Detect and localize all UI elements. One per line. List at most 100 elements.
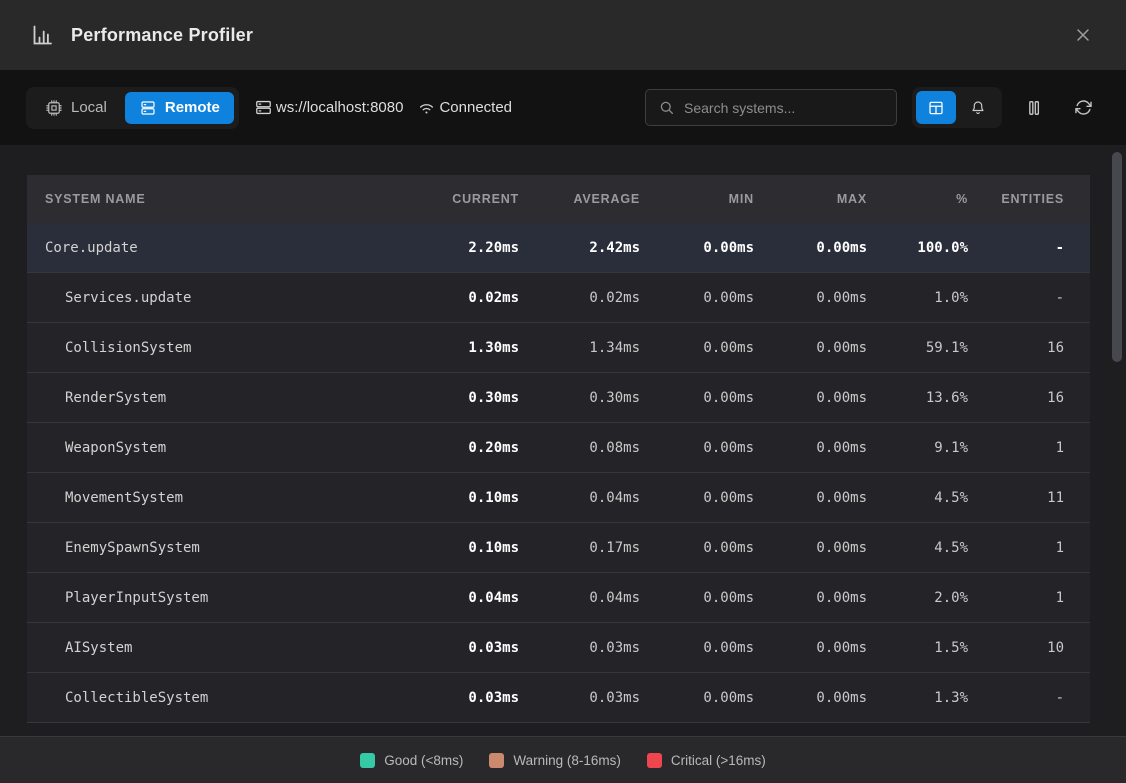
system-name-cell: EnemySpawnSystem: [27, 540, 399, 556]
table-scrollbar[interactable]: [1112, 151, 1122, 730]
system-name-cell: WeaponSystem: [27, 440, 399, 456]
column-header-percent[interactable]: %: [867, 192, 968, 206]
current-cell: 2.20ms: [399, 240, 519, 256]
table-body: Core.update 2.20ms 2.42ms 0.00ms 0.00ms …: [27, 223, 1090, 723]
min-cell: 0.00ms: [640, 340, 754, 356]
column-header-entities[interactable]: ENTITIES: [968, 192, 1064, 206]
percent-cell: 59.1%: [867, 340, 968, 356]
entities-cell: -: [968, 690, 1064, 706]
table-row[interactable]: PlayerInputSystem 0.04ms 0.04ms 0.00ms 0…: [27, 573, 1090, 623]
table-row[interactable]: MovementSystem 0.10ms 0.04ms 0.00ms 0.00…: [27, 473, 1090, 523]
refresh-button[interactable]: [1066, 91, 1100, 125]
average-cell: 0.02ms: [519, 290, 640, 306]
table-row[interactable]: EnemySpawnSystem 0.10ms 0.17ms 0.00ms 0.…: [27, 523, 1090, 573]
page-title: Performance Profiler: [71, 25, 253, 46]
remote-button[interactable]: Remote: [125, 92, 234, 124]
entities-cell: 16: [968, 390, 1064, 406]
column-header-system-name[interactable]: SYSTEM NAME: [27, 192, 399, 206]
legend-item-good: Good (<8ms): [360, 753, 463, 768]
average-cell: 0.04ms: [519, 490, 640, 506]
entities-cell: 1: [968, 540, 1064, 556]
max-cell: 0.00ms: [754, 340, 867, 356]
close-button[interactable]: [1066, 18, 1100, 52]
percent-cell: 4.5%: [867, 490, 968, 506]
pause-icon: [1024, 98, 1044, 118]
remote-label: Remote: [165, 99, 220, 116]
close-icon: [1073, 25, 1093, 45]
current-cell: 0.10ms: [399, 540, 519, 556]
system-name-cell: Services.update: [27, 290, 399, 306]
cpu-icon: [45, 99, 63, 117]
average-cell: 1.34ms: [519, 340, 640, 356]
entities-cell: 10: [968, 640, 1064, 656]
percent-cell: 13.6%: [867, 390, 968, 406]
table-icon: [927, 99, 945, 117]
entities-cell: -: [968, 240, 1064, 256]
status-badge: Connected: [439, 99, 512, 116]
min-cell: 0.00ms: [640, 390, 754, 406]
min-cell: 0.00ms: [640, 240, 754, 256]
legend-footer: Good (<8ms) Warning (8-16ms) Critical (>…: [0, 736, 1126, 783]
wifi-icon: [417, 98, 436, 117]
table-row[interactable]: CollectibleSystem 0.03ms 0.03ms 0.00ms 0…: [27, 673, 1090, 723]
max-cell: 0.00ms: [754, 590, 867, 606]
titlebar: Performance Profiler: [0, 0, 1126, 70]
percent-cell: 4.5%: [867, 540, 968, 556]
legend-item-critical: Critical (>16ms): [647, 753, 766, 768]
table-row[interactable]: RenderSystem 0.30ms 0.30ms 0.00ms 0.00ms…: [27, 373, 1090, 423]
average-cell: 2.42ms: [519, 240, 640, 256]
entities-cell: 16: [968, 340, 1064, 356]
min-cell: 0.00ms: [640, 490, 754, 506]
min-cell: 0.00ms: [640, 690, 754, 706]
search-input[interactable]: [684, 100, 884, 116]
table-row[interactable]: Core.update 2.20ms 2.42ms 0.00ms 0.00ms …: [27, 223, 1090, 273]
performance-profiler-window: Performance Profiler Local: [0, 0, 1126, 783]
table-row[interactable]: AISystem 0.03ms 0.03ms 0.00ms 0.00ms 1.5…: [27, 623, 1090, 673]
table-row[interactable]: CollisionSystem 1.30ms 1.34ms 0.00ms 0.0…: [27, 323, 1090, 373]
entities-cell: 1: [968, 440, 1064, 456]
bar-chart-icon: [30, 23, 54, 47]
systems-table: SYSTEM NAME CURRENT AVERAGE MIN MAX % EN…: [27, 175, 1090, 723]
current-cell: 1.30ms: [399, 340, 519, 356]
current-cell: 0.03ms: [399, 640, 519, 656]
min-cell: 0.00ms: [640, 440, 754, 456]
current-cell: 0.02ms: [399, 290, 519, 306]
pause-button[interactable]: [1017, 91, 1051, 125]
column-header-min[interactable]: MIN: [640, 192, 754, 206]
max-cell: 0.00ms: [754, 290, 867, 306]
connection-status: Connected: [417, 98, 512, 117]
system-name-cell: CollisionSystem: [27, 340, 399, 356]
column-header-max[interactable]: MAX: [754, 192, 867, 206]
warning-swatch: [489, 753, 504, 768]
percent-cell: 1.5%: [867, 640, 968, 656]
max-cell: 0.00ms: [754, 690, 867, 706]
max-cell: 0.00ms: [754, 540, 867, 556]
column-header-current[interactable]: CURRENT: [399, 192, 519, 206]
server-icon: [254, 98, 273, 117]
percent-cell: 9.1%: [867, 440, 968, 456]
table-row[interactable]: Services.update 0.02ms 0.02ms 0.00ms 0.0…: [27, 273, 1090, 323]
column-header-average[interactable]: AVERAGE: [519, 192, 640, 206]
local-button[interactable]: Local: [31, 92, 121, 124]
entities-cell: -: [968, 290, 1064, 306]
search-box: [645, 89, 897, 126]
average-cell: 0.03ms: [519, 690, 640, 706]
percent-cell: 1.0%: [867, 290, 968, 306]
percent-cell: 100.0%: [867, 240, 968, 256]
min-cell: 0.00ms: [640, 640, 754, 656]
average-cell: 0.30ms: [519, 390, 640, 406]
critical-swatch: [647, 753, 662, 768]
current-cell: 0.04ms: [399, 590, 519, 606]
min-cell: 0.00ms: [640, 590, 754, 606]
scrollbar-thumb[interactable]: [1112, 152, 1122, 362]
current-cell: 0.20ms: [399, 440, 519, 456]
min-cell: 0.00ms: [640, 290, 754, 306]
alerts-button[interactable]: [958, 91, 998, 124]
table-row[interactable]: WeaponSystem 0.20ms 0.08ms 0.00ms 0.00ms…: [27, 423, 1090, 473]
max-cell: 0.00ms: [754, 240, 867, 256]
percent-cell: 1.3%: [867, 690, 968, 706]
table-view-button[interactable]: [916, 91, 956, 124]
entities-cell: 1: [968, 590, 1064, 606]
connection-address: ws://localhost:8080: [254, 98, 404, 117]
average-cell: 0.03ms: [519, 640, 640, 656]
